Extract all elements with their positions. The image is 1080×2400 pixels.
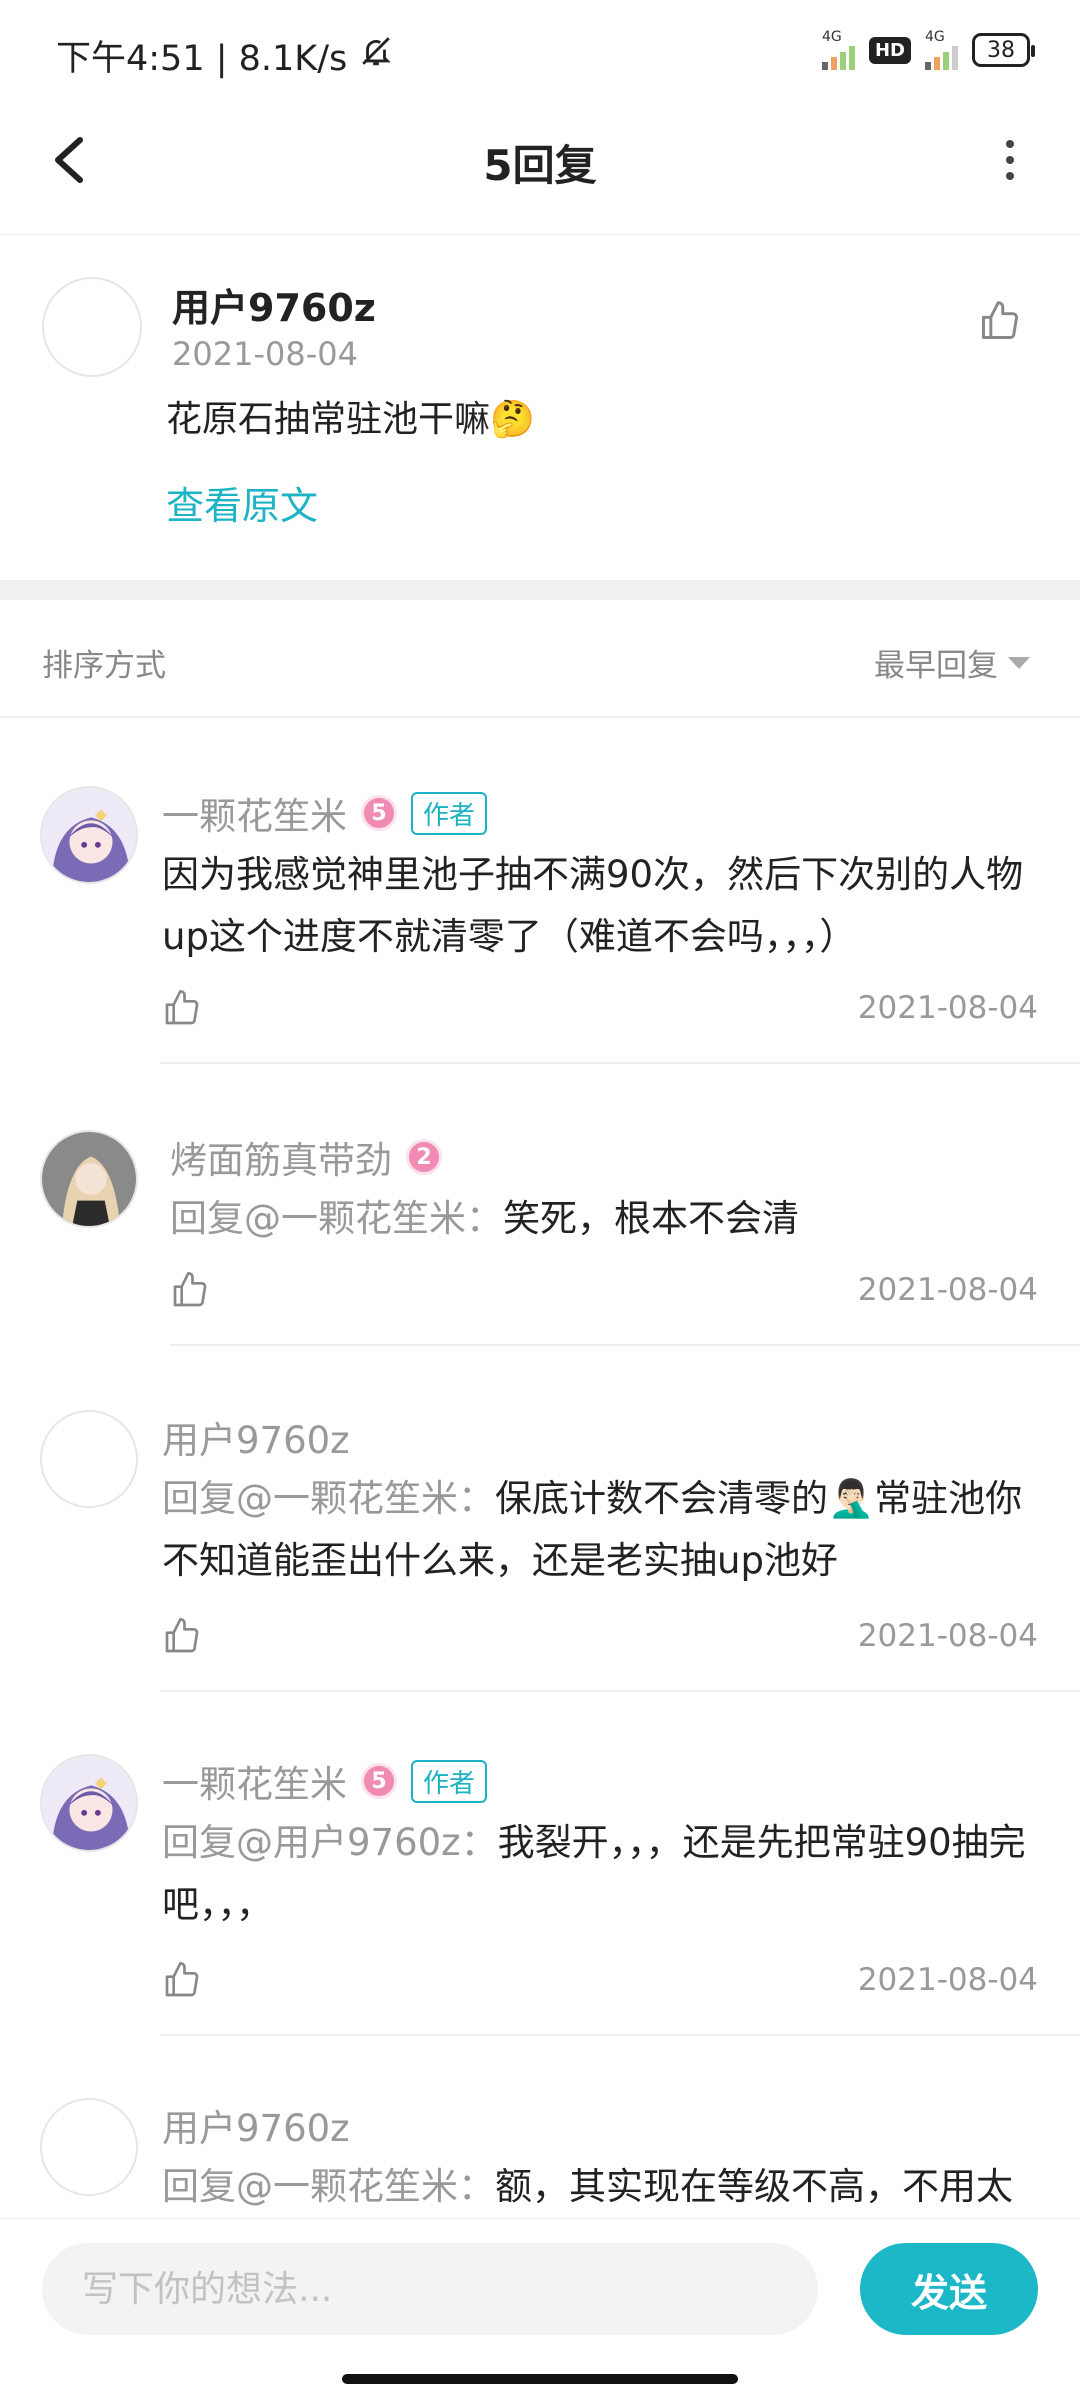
signal-icon-2: 4G	[925, 30, 958, 70]
avatar[interactable]	[40, 786, 138, 884]
reply-item: 用户9760z 回复@一颗花笙米：保底计数不会清零的🤦🏻‍♂️常驻池你不知道能歪…	[0, 1410, 1080, 1692]
page-title: 5回复	[483, 141, 597, 190]
divider	[160, 1690, 1080, 1692]
reply-date: 2021-08-04	[857, 1962, 1038, 1998]
status-left: 下午4:51 | 8.1K/s	[56, 30, 393, 81]
reply-text: 回复@用户9760z：我裂开，，，还是先把常驻90抽完吧，，，	[162, 1812, 1042, 1936]
reply-text: 回复@一颗花笙米：保底计数不会清零的🤦🏻‍♂️常驻池你不知道能歪出什么来，还是老…	[162, 1468, 1042, 1592]
send-button[interactable]: 发送	[860, 2243, 1038, 2335]
home-indicator[interactable]	[342, 2374, 738, 2384]
dropdown-arrow-icon	[1008, 656, 1030, 669]
divider	[160, 2034, 1080, 2036]
sort-label: 排序方式	[42, 648, 166, 684]
hd-icon: HD	[868, 36, 911, 64]
original-text: 花原石抽常驻池干嘛🤔	[166, 399, 535, 440]
reply-text: 回复@一颗花笙米：笑死，根本不会清	[170, 1188, 1050, 1250]
more-options-button[interactable]	[980, 130, 1040, 190]
reply-author-name[interactable]: 用户9760z	[162, 2098, 350, 2152]
network-type-2: 4G	[925, 29, 945, 45]
thumb-up-icon	[165, 990, 199, 1025]
reply-body: 额，其实现在等级不高，不用太	[495, 2165, 1013, 2208]
avatar[interactable]	[40, 1130, 138, 1228]
like-button[interactable]	[162, 1960, 202, 2004]
reply-author-name[interactable]: 烤面筋真带劲	[170, 1130, 392, 1184]
reply-date: 2021-08-04	[857, 1618, 1038, 1654]
reply-mention[interactable]: 回复@一颗花笙米：	[170, 1197, 503, 1240]
more-dot-icon	[1006, 140, 1014, 148]
network-type-1: 4G	[821, 29, 842, 45]
reply-author-name[interactable]: 用户9760z	[162, 1410, 350, 1464]
reply-mention[interactable]: 回复@一颗花笙米：	[162, 2165, 495, 2208]
original-date: 2021-08-04	[172, 335, 358, 373]
reply-mention[interactable]: 回复@一颗花笙米：	[162, 1477, 495, 1520]
sort-bar: 排序方式 最早回复	[0, 600, 1080, 718]
original-comment: 用户9760z 2021-08-04 花原石抽常驻池干嘛🤔 查看原文	[0, 235, 1080, 580]
level-badge: 5	[361, 1763, 397, 1799]
thumb-up-icon	[165, 1962, 199, 1997]
reply-author-name[interactable]: 一颗花笙米	[162, 1754, 347, 1808]
reply-item: 一颗花笙米 5 作者 因为我感觉神里池子抽不满90次，然后下次别的人物up这个进…	[0, 786, 1080, 1066]
reply-item: 用户9760z 回复@一颗花笙米：额，其实现在等级不高，不用太	[0, 2098, 1080, 2218]
top-nav-bar: 5回复	[0, 100, 1080, 235]
anime-avatar-icon	[42, 788, 136, 882]
reply-author: 一颗花笙米 5 作者	[162, 786, 488, 840]
battery-level: 38	[987, 37, 1015, 63]
like-button[interactable]	[162, 1616, 202, 1660]
level-badge: 2	[406, 1139, 442, 1175]
status-right: 4G HD 4G 38	[821, 29, 1035, 70]
reply-author-name[interactable]: 一颗花笙米	[162, 786, 347, 840]
divider	[170, 1344, 1080, 1346]
original-author-name[interactable]: 用户9760z	[172, 277, 376, 332]
reply-date: 2021-08-04	[857, 990, 1038, 1026]
thumb-up-icon	[165, 1618, 199, 1653]
avatar[interactable]	[40, 1754, 138, 1852]
divider	[160, 1062, 1080, 1064]
comment-input[interactable]	[42, 2243, 818, 2335]
signal-icon-1: 4G	[821, 29, 855, 70]
view-original-link[interactable]: 查看原文	[166, 475, 318, 530]
avatar[interactable]	[40, 2098, 138, 2196]
reply-text: 回复@一颗花笙米：额，其实现在等级不高，不用太	[162, 2156, 1042, 2218]
section-separator	[0, 580, 1080, 600]
reply-mention[interactable]: 回复@用户9760z：	[162, 1821, 498, 1864]
author-tag: 作者	[411, 1759, 488, 1803]
comment-composer: 发送	[0, 2218, 1080, 2356]
battery-icon: 38	[972, 33, 1035, 67]
like-button[interactable]	[162, 988, 202, 1032]
reply-date: 2021-08-04	[857, 1272, 1038, 1308]
reply-author: 用户9760z	[162, 1410, 350, 1464]
avatar[interactable]	[40, 1410, 138, 1508]
like-button[interactable]	[978, 299, 1022, 347]
reply-body: 因为我感觉神里池子抽不满90次，然后下次别的人物up这个进度不就清零了（难道不会…	[162, 853, 1024, 958]
sort-value: 最早回复	[874, 648, 998, 684]
thumb-up-icon	[982, 301, 1018, 339]
anime-avatar-icon	[42, 1756, 136, 1850]
reply-author: 烤面筋真带劲 2	[170, 1130, 442, 1184]
status-time-speed: 下午4:51 | 8.1K/s	[56, 39, 348, 79]
status-bar: 下午4:51 | 8.1K/s 4G HD 4G 38	[0, 0, 1080, 100]
reply-body: 笑死，根本不会清	[503, 1197, 799, 1240]
avatar[interactable]	[42, 277, 142, 377]
mute-icon	[359, 34, 393, 77]
reply-item: 一颗花笙米 5 作者 回复@用户9760z：我裂开，，，还是先把常驻90抽完吧，…	[0, 1754, 1080, 2036]
figure-avatar-icon	[42, 1132, 136, 1226]
author-tag: 作者	[411, 791, 488, 835]
level-badge: 5	[361, 795, 397, 831]
reply-item: 烤面筋真带劲 2 回复@一颗花笙米：笑死，根本不会清 2021-08-04	[0, 1130, 1080, 1410]
sort-dropdown[interactable]: 最早回复	[874, 640, 1030, 685]
reply-author: 一颗花笙米 5 作者	[162, 1754, 488, 1808]
reply-text: 因为我感觉神里池子抽不满90次，然后下次别的人物up这个进度不就清零了（难道不会…	[162, 844, 1042, 968]
like-button[interactable]	[170, 1270, 210, 1314]
thumb-up-icon	[173, 1272, 207, 1307]
reply-author: 用户9760z	[162, 2098, 350, 2152]
